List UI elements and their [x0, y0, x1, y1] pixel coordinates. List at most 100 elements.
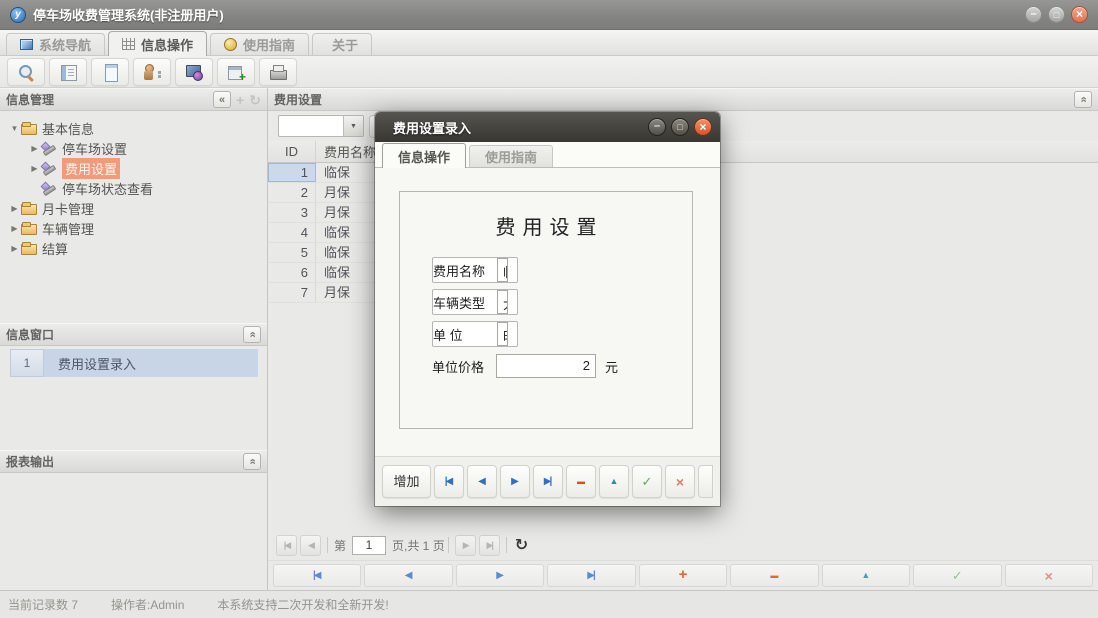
tab-info-operation[interactable]: 信息操作	[108, 31, 207, 56]
report-output-panel-title: 报表输出	[6, 453, 239, 470]
first-record-button[interactable]: |◀	[273, 564, 361, 587]
toolbar-icon	[185, 63, 203, 81]
last-button[interactable]: ▶|	[533, 465, 563, 498]
close-button[interactable]	[1071, 6, 1088, 23]
tree-item-parking-lot-setup[interactable]: ▶ 停车场设置	[0, 138, 267, 158]
field-value: 时	[498, 323, 508, 345]
tree-item-icon	[41, 161, 57, 175]
maximize-button[interactable]	[1048, 6, 1065, 23]
tree-item-fee-setup[interactable]: ▶ 费用设置	[0, 158, 267, 178]
tree-item-label: 车辆管理	[42, 219, 94, 238]
table-add-button[interactable]	[217, 58, 255, 86]
partial-dialog-button[interactable]	[698, 465, 713, 498]
confirm-record-button[interactable]: ✓	[913, 564, 1001, 587]
info-window-row-fee-entry[interactable]: 1 费用设置录入	[10, 349, 258, 377]
button-glyph-icon: ▶|	[544, 477, 553, 487]
last-record-button[interactable]: ▶|	[547, 564, 635, 587]
prev-button[interactable]: ◀	[467, 465, 497, 498]
cell-id: 6	[268, 263, 316, 282]
tree-expand-arrow-icon[interactable]: ▶	[28, 164, 41, 173]
field-label: 单 位	[433, 325, 497, 344]
next-button[interactable]: ▶	[500, 465, 530, 498]
first-page-button[interactable]: |◀	[276, 535, 297, 556]
fee-filter-combobox[interactable]: ▼	[278, 115, 364, 137]
field-label: 费用名称	[433, 261, 497, 280]
button-glyph-icon: ▬	[770, 572, 778, 580]
page-number-input[interactable]	[352, 536, 386, 555]
delete-record-button[interactable]: ▬	[730, 564, 818, 587]
page-prefix-label: 第	[334, 537, 346, 554]
add-record-button[interactable]: +	[639, 564, 727, 587]
dialog-tab-info-operation[interactable]: 信息操作	[382, 143, 466, 168]
form-view-button[interactable]	[49, 58, 87, 86]
dialog-tab-user-guide[interactable]: 使用指南	[469, 145, 553, 167]
fee-setup-panel-header: 费用设置 «	[268, 88, 1098, 111]
info-window-panel-title: 信息窗口	[6, 326, 239, 343]
record-count-label: 当前记录数 7	[8, 596, 78, 613]
tree-item-label: 基本信息	[42, 119, 94, 138]
tab-about[interactable]: 关于	[312, 33, 372, 55]
tree-item-vehicle-mgmt[interactable]: ▶ 车辆管理	[0, 218, 267, 238]
field-input[interactable]: 时 ▼	[497, 322, 508, 346]
dialog-toolbar: 增加 |◀ ◀ ▶ ▶| ▬ ▲ ✓ ×	[375, 456, 720, 506]
tree-expand-arrow-icon[interactable]: ▶	[8, 244, 21, 253]
collapse-report-output-button[interactable]: «	[243, 453, 261, 470]
cancel-button[interactable]: ×	[665, 465, 695, 498]
prev-page-button[interactable]: ◀	[300, 535, 321, 556]
tree-item-settlement[interactable]: ▶ 结算	[0, 238, 267, 258]
tree-expand-arrow-icon[interactable]: ▶	[8, 204, 21, 213]
add-icon[interactable]: +	[236, 93, 244, 107]
add-button[interactable]: 增加	[382, 465, 431, 498]
next-record-button[interactable]: ▶	[456, 564, 544, 587]
document-button[interactable]	[91, 58, 129, 86]
field-input[interactable]: 临保 ▼	[497, 258, 508, 282]
user-settings-button[interactable]	[133, 58, 171, 86]
tree-expand-arrow-icon[interactable]: ▶	[28, 144, 41, 153]
tree-expand-arrow-icon[interactable]: ▶	[8, 224, 21, 233]
delete-button[interactable]: ▬	[566, 465, 596, 498]
tree-expand-arrow-icon[interactable]: ▼	[8, 124, 21, 133]
table-column-header[interactable]: ID	[268, 141, 316, 162]
confirm-button[interactable]: ✓	[632, 465, 662, 498]
prev-record-button[interactable]: ◀	[364, 564, 452, 587]
collapse-sidebar-button[interactable]: «	[213, 91, 231, 108]
edit-record-button[interactable]: ▲	[822, 564, 910, 587]
collapse-main-panel-button[interactable]: «	[1074, 91, 1092, 108]
minimize-button[interactable]	[1025, 6, 1042, 23]
tree-item-parking-status-view[interactable]: 停车场状态查看	[0, 178, 267, 198]
button-glyph-icon: ◀	[478, 477, 486, 487]
button-glyph-icon: ▶	[511, 477, 519, 487]
dialog-close-button[interactable]	[694, 118, 712, 136]
refresh-icon[interactable]: ↻	[249, 93, 261, 107]
monitor-button[interactable]	[175, 58, 213, 86]
search-button[interactable]	[7, 58, 45, 86]
pagination-bar: |◀ ◀ 第 页,共 1 页 ▶ ▶| ↻	[268, 530, 1098, 560]
tab-system-navigation[interactable]: 系统导航	[6, 33, 105, 55]
next-page-button[interactable]: ▶	[455, 535, 476, 556]
cancel-record-button[interactable]: ×	[1005, 564, 1093, 587]
tree-item-monthly-card-mgmt[interactable]: ▶ 月卡管理	[0, 198, 267, 218]
separator	[327, 537, 328, 553]
toolbar-icon	[143, 63, 161, 81]
tab-user-guide[interactable]: 使用指南	[210, 33, 309, 55]
info-window-panel-header: 信息窗口 «	[0, 323, 267, 346]
last-page-button[interactable]: ▶|	[479, 535, 500, 556]
first-button[interactable]: |◀	[434, 465, 464, 498]
dialog-minimize-button[interactable]	[648, 118, 666, 136]
collapse-info-window-button[interactable]: «	[243, 326, 261, 343]
fee-setup-panel-title: 费用设置	[274, 91, 1070, 108]
chevron-down-icon[interactable]: ▼	[343, 116, 363, 136]
fee-name-field: 费用名称 临保 ▼	[432, 257, 518, 283]
edit-button[interactable]: ▲	[599, 465, 629, 498]
button-glyph-icon: ✓	[642, 475, 653, 488]
field-input[interactable]: 大型 ▼	[497, 290, 508, 314]
tree-item-basic-info[interactable]: ▼ 基本信息	[0, 118, 267, 138]
print-button[interactable]	[259, 58, 297, 86]
tree-item-icon	[21, 241, 37, 255]
field-input[interactable]: 2 ▼	[496, 354, 596, 378]
tree-item-icon	[21, 201, 37, 215]
button-glyph-icon: ▬	[577, 478, 585, 486]
button-glyph-icon: 增加	[393, 475, 419, 488]
dialog-maximize-button[interactable]	[671, 118, 689, 136]
refresh-button[interactable]: ↻	[515, 535, 528, 555]
